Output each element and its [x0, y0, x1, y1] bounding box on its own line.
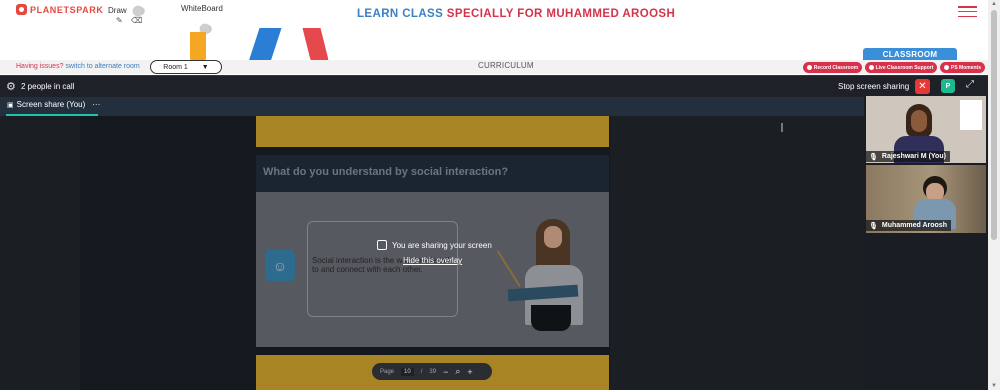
sharing-screen-icon: [377, 240, 387, 250]
stage-left-strip: [0, 116, 80, 390]
participant-name: Muhammed Aroosh: [881, 222, 947, 229]
participant-name-tag: 🎙 Muhammed Aroosh: [866, 220, 951, 231]
zoom-search-icon[interactable]: ⌕: [455, 366, 460, 377]
zoom-in-button[interactable]: +: [467, 367, 472, 377]
chevron-down-icon: ▼: [201, 63, 209, 71]
eraser-icon[interactable]: ⌫: [131, 16, 142, 25]
page-total: 39: [429, 368, 437, 375]
mic-icon[interactable]: 🎙: [869, 222, 878, 230]
sharing-notice: You are sharing your screen: [392, 241, 492, 250]
switch-room-link[interactable]: switch to alternate room: [65, 63, 139, 70]
close-icon: ✕: [918, 81, 927, 92]
robot-icon: ☺: [265, 250, 295, 281]
scroll-up-icon[interactable]: ▲: [991, 1, 997, 7]
page-controls: Page 10 / 39 − ⌕ +: [372, 363, 492, 380]
title-student: SPECIALLY FOR MUHAMMED AROOSH: [446, 8, 676, 20]
gear-icon[interactable]: ⚙: [6, 80, 16, 93]
slide-previous-page: [256, 116, 609, 147]
pencil-icon[interactable]: ✎: [116, 16, 123, 25]
slide-question: What do you understand by social interac…: [256, 155, 609, 192]
room-select[interactable]: Room 1 ▼: [150, 60, 222, 74]
stop-sharing-label[interactable]: Stop screen sharing: [838, 82, 909, 91]
page-scrollbar[interactable]: ▲ ▼: [988, 0, 1000, 390]
page-separator: /: [420, 368, 423, 375]
room-select-value: Room 1: [163, 63, 188, 71]
teacher-background-paper: [960, 100, 982, 130]
mic-icon[interactable]: 🎙: [869, 153, 878, 161]
support-icon: [868, 65, 874, 70]
curriculum-tab[interactable]: CURRICULUM: [478, 61, 534, 70]
scrollbar-thumb[interactable]: [991, 10, 997, 240]
ps-moments-label: PS Moments: [950, 64, 981, 71]
zoom-out-button[interactable]: −: [443, 367, 448, 377]
tab-screen-share-label: Screen share (You): [16, 100, 86, 109]
live-support-button[interactable]: Live Classroom Support: [865, 62, 937, 73]
record-classroom-label: Record Classroom: [813, 64, 859, 71]
classroom-tab[interactable]: CLASSROOM: [863, 48, 957, 60]
page-title: LEARN CLASS SPECIALLY FOR MUHAMMED AROOS…: [357, 8, 675, 20]
moments-icon: [943, 65, 949, 70]
avatar[interactable]: P: [941, 79, 955, 93]
participant-name-tag: 🎙 Rajeshwari M (You): [866, 151, 950, 162]
title-learn-class: LEARN CLASS: [357, 8, 444, 20]
expand-icon[interactable]: ⤢: [966, 79, 974, 90]
more-options-icon[interactable]: ···: [92, 100, 100, 109]
teacher-face: [911, 110, 927, 132]
issues-text: Having issues?: [16, 63, 64, 70]
record-classroom-button[interactable]: Record Classroom: [803, 62, 862, 73]
ps-moments-button[interactable]: PS Moments: [940, 62, 985, 73]
participant-name: Rajeshwari M (You): [881, 153, 946, 160]
scroll-down-icon[interactable]: ▼: [991, 383, 997, 389]
screen-share-icon: ▣: [7, 101, 14, 109]
draw-label: Draw: [108, 6, 127, 15]
decor-stripe-yellow: [190, 32, 206, 62]
hide-overlay-link[interactable]: Hide this overlay: [403, 256, 462, 265]
logo-mark-icon: [16, 4, 27, 15]
issues-notice: Having issues? switch to alternate room: [16, 63, 140, 70]
record-icon: [806, 65, 812, 70]
illustration-girl-face: [544, 226, 562, 248]
draw-toggle[interactable]: [133, 6, 145, 16]
planetspark-logo[interactable]: PLANETSPARK: [16, 4, 103, 15]
tab-screen-share[interactable]: ▣ Screen share (You) ···: [7, 100, 100, 109]
page-number-input[interactable]: 10: [401, 367, 414, 376]
whiteboard-label: WhiteBoard: [181, 4, 223, 13]
document-scroll-indicator[interactable]: [781, 123, 783, 132]
live-support-label: Live Classroom Support: [875, 64, 934, 71]
page-label: Page: [380, 368, 395, 375]
share-tab-bar: [0, 97, 864, 116]
people-count: 2 people in call: [21, 82, 75, 91]
hamburger-icon[interactable]: [958, 6, 977, 17]
illustration-girl-legs: [531, 305, 571, 331]
stop-sharing-button[interactable]: ✕: [915, 79, 930, 94]
logo-text: PLANETSPARK: [30, 4, 104, 15]
